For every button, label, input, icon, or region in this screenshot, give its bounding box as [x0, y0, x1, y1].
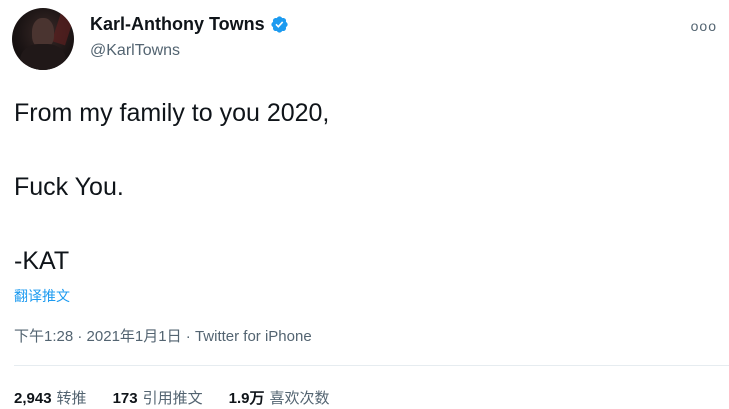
meta-separator: · — [185, 328, 191, 345]
tweet-line-blank — [14, 132, 329, 169]
likes-stat[interactable]: 1.9万 喜欢次数 — [229, 387, 330, 408]
retweet-label: 转推 — [56, 390, 87, 407]
more-options-icon[interactable]: ooo — [691, 18, 717, 34]
tweet-time[interactable]: 下午1:28 — [14, 328, 73, 345]
like-count: 1.9万 — [228, 390, 265, 407]
tweet-stats: 2,943 转推 173 引用推文 1.9万 喜欢次数 — [14, 387, 355, 408]
retweets-stat[interactable]: 2,943 转推 — [14, 387, 87, 408]
tweet-source[interactable]: Twitter for iPhone — [195, 328, 312, 345]
tweet-text: From my family to you 2020, Fuck You. -K… — [14, 95, 329, 280]
tweet-line: From my family to you 2020, — [14, 99, 330, 127]
author-handle[interactable]: @KarlTowns — [90, 42, 180, 60]
tweet-meta: 下午1:28 · 2021年1月1日 · Twitter for iPhone — [14, 325, 312, 346]
quote-tweets-stat[interactable]: 173 引用推文 — [113, 387, 203, 408]
author-display-name[interactable]: Karl-Anthony Towns — [90, 14, 265, 35]
translate-tweet-link[interactable]: 翻译推文 — [14, 286, 70, 306]
avatar[interactable] — [12, 8, 74, 70]
like-label: 喜欢次数 — [269, 390, 330, 407]
avatar-background-accent — [51, 12, 74, 46]
meta-separator: · — [77, 328, 83, 345]
tweet-line: Fuck You. — [14, 173, 124, 201]
tweet-date[interactable]: 2021年1月1日 — [87, 328, 182, 345]
tweet-line: -KAT — [14, 247, 70, 275]
divider — [14, 365, 729, 366]
tweet-line-blank — [14, 206, 329, 243]
author-name-row: Karl-Anthony Towns — [90, 14, 289, 35]
avatar-body — [20, 44, 66, 70]
quote-tweet-count: 173 — [112, 390, 138, 407]
quote-tweet-label: 引用推文 — [142, 390, 203, 407]
verified-badge-icon — [271, 16, 288, 33]
retweet-count: 2,943 — [14, 390, 52, 407]
